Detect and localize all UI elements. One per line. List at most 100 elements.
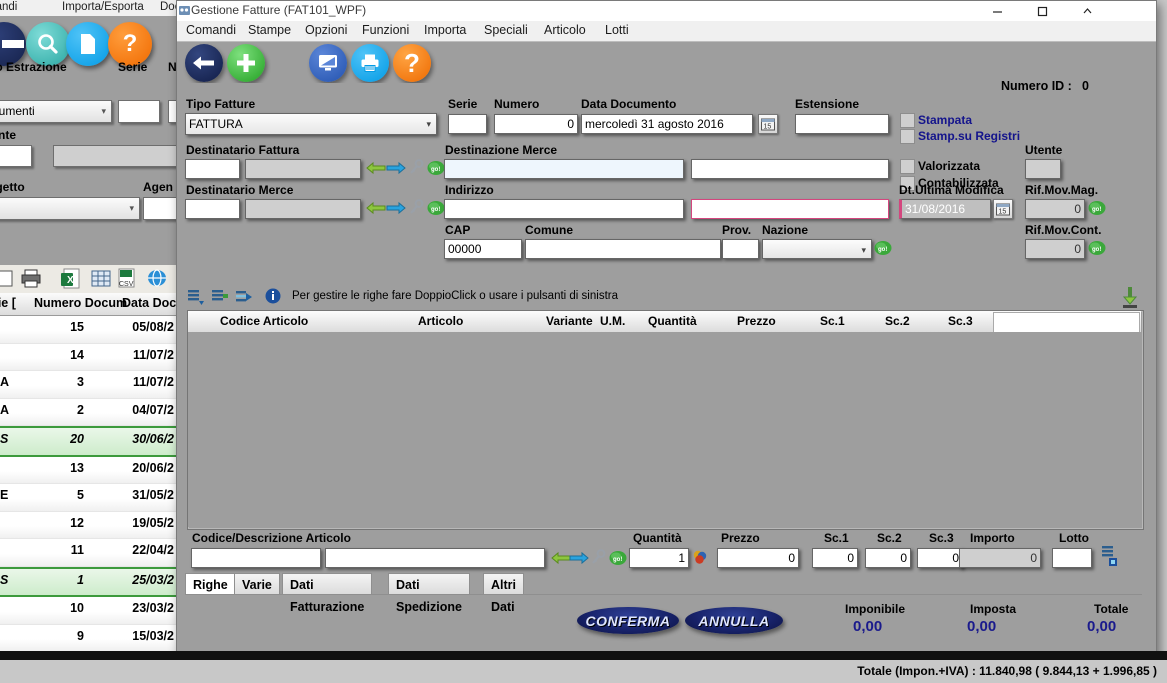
key-icon[interactable] bbox=[408, 159, 424, 175]
table-row[interactable]: 1505/08/2 bbox=[0, 316, 176, 344]
excel-icon[interactable]: X bbox=[60, 268, 82, 289]
go-icon[interactable]: go! bbox=[609, 550, 627, 566]
prezzo-input[interactable]: 0 bbox=[717, 548, 799, 568]
sc2-input[interactable]: 0 bbox=[865, 548, 911, 568]
add-button[interactable] bbox=[227, 44, 265, 82]
screen-button[interactable] bbox=[309, 44, 347, 82]
col-articolo[interactable]: Articolo bbox=[418, 314, 463, 328]
tab-dati-spedizione[interactable]: Dati Spedizione bbox=[388, 573, 470, 595]
data-documento-input[interactable]: mercoledì 31 agosto 2016 bbox=[581, 114, 753, 134]
confirm-button[interactable]: CONFERMA bbox=[577, 607, 679, 634]
grid-icon-0[interactable] bbox=[0, 268, 16, 289]
col-quantita[interactable]: Quantità bbox=[648, 314, 697, 328]
sc1-input[interactable]: 0 bbox=[812, 548, 858, 568]
background-documents-grid[interactable]: erie [ Numero Docum Data Doc 1505/08/214… bbox=[0, 293, 178, 653]
menu-item-lotti[interactable]: Lotti bbox=[605, 23, 629, 37]
background-tipo-estrazione-select[interactable]: ocumenti ▾ bbox=[0, 100, 112, 123]
descrizione-articolo-input[interactable] bbox=[325, 548, 545, 568]
export-icon[interactable] bbox=[1120, 286, 1140, 311]
right-arrow-blue-icon[interactable] bbox=[386, 201, 406, 215]
go-icon[interactable]: go! bbox=[427, 200, 445, 216]
cancel-button[interactable]: ANNULLA bbox=[685, 607, 783, 634]
table-row[interactable]: A204/07/2 bbox=[0, 399, 176, 427]
destinazione-merce-name-input[interactable] bbox=[691, 159, 889, 179]
quantita-input[interactable]: 1 bbox=[629, 548, 689, 568]
rows-grid[interactable]: Codice Articolo Articolo Variante U.M. Q… bbox=[187, 310, 1144, 530]
row-edit-icon[interactable] bbox=[211, 289, 229, 308]
left-arrow-green-icon[interactable] bbox=[366, 161, 386, 175]
background-serie-input[interactable] bbox=[118, 100, 160, 123]
maximize-button[interactable] bbox=[1020, 1, 1065, 21]
menu-item-stampe[interactable]: Stampe bbox=[248, 23, 291, 37]
menu-item-articolo[interactable]: Articolo bbox=[544, 23, 586, 37]
key-icon[interactable] bbox=[590, 549, 606, 565]
go-icon[interactable]: go! bbox=[1088, 200, 1106, 216]
row-add-icon[interactable] bbox=[1100, 544, 1122, 573]
numero-input[interactable]: 0 bbox=[494, 114, 578, 134]
print-icon[interactable] bbox=[20, 268, 42, 289]
col-codice-articolo[interactable]: Codice Articolo bbox=[220, 314, 308, 328]
background-menu-item-importa-esporta[interactable]: Importa/Esporta bbox=[62, 1, 144, 13]
color-picker-icon[interactable] bbox=[692, 549, 708, 568]
checkbox-stamp-su-registri[interactable] bbox=[900, 129, 915, 144]
calendar-icon[interactable]: 15 bbox=[993, 199, 1013, 219]
destinatario-fattura-code-input[interactable] bbox=[185, 159, 240, 179]
cap-input[interactable]: 00000 bbox=[444, 239, 522, 259]
csv-icon[interactable]: CSV bbox=[115, 268, 137, 289]
menu-item-funzioni[interactable]: Funzioni bbox=[362, 23, 409, 37]
background-cliente-code-input[interactable] bbox=[0, 145, 32, 167]
col-sc2[interactable]: Sc.2 bbox=[885, 314, 910, 328]
lotto-input[interactable] bbox=[1052, 548, 1092, 568]
estensione-input[interactable] bbox=[795, 114, 889, 134]
right-arrow-blue-icon[interactable] bbox=[386, 161, 406, 175]
menu-item-importa[interactable]: Importa bbox=[424, 23, 466, 37]
left-arrow-green-icon[interactable] bbox=[366, 201, 386, 215]
serie-input[interactable] bbox=[448, 114, 487, 134]
calendar-icon[interactable]: 15 bbox=[758, 114, 778, 134]
menu-item-speciali[interactable]: Speciali bbox=[484, 23, 528, 37]
col-variante[interactable]: Variante bbox=[546, 314, 593, 328]
key-icon[interactable] bbox=[408, 199, 424, 215]
col-sc3[interactable]: Sc.3 bbox=[948, 314, 973, 328]
background-document-button[interactable] bbox=[66, 22, 110, 66]
prov-input[interactable] bbox=[722, 239, 759, 259]
checkbox-valorizzata[interactable] bbox=[900, 159, 915, 174]
col-extra-blank[interactable] bbox=[993, 312, 1140, 333]
table-row[interactable]: 1219/05/2 bbox=[0, 512, 176, 540]
internet-icon[interactable] bbox=[146, 268, 168, 289]
row-insert-icon[interactable] bbox=[187, 289, 205, 308]
minimize-button[interactable] bbox=[975, 1, 1020, 21]
sc3-input[interactable]: 0 bbox=[917, 548, 963, 568]
table-row[interactable]: 1023/03/2 bbox=[0, 597, 176, 625]
tipo-fatture-select[interactable]: FATTURA ▾ bbox=[185, 113, 437, 135]
col-prezzo[interactable]: Prezzo bbox=[737, 314, 776, 328]
indirizzo-input-2[interactable] bbox=[691, 199, 889, 219]
tab-dati-fatturazione[interactable]: Dati Fatturazione bbox=[282, 573, 372, 595]
table-row[interactable]: 915/03/2 bbox=[0, 625, 176, 653]
indirizzo-input[interactable] bbox=[444, 199, 684, 219]
tab-righe[interactable]: Righe bbox=[185, 573, 236, 595]
back-button[interactable] bbox=[185, 44, 223, 82]
table-row[interactable]: S125/03/2 bbox=[0, 567, 176, 598]
go-icon[interactable]: go! bbox=[874, 240, 892, 256]
go-icon[interactable]: go! bbox=[427, 160, 445, 176]
checkbox-stampata[interactable] bbox=[900, 113, 915, 128]
left-arrow-green-icon[interactable] bbox=[551, 551, 571, 565]
table-row[interactable]: A311/07/2 bbox=[0, 371, 176, 399]
right-arrow-blue-icon[interactable] bbox=[569, 551, 589, 565]
table-icon[interactable] bbox=[90, 268, 112, 289]
col-um[interactable]: U.M. bbox=[600, 314, 625, 328]
tab-varie[interactable]: Varie bbox=[234, 573, 280, 595]
menu-item-opzioni[interactable]: Opzioni bbox=[305, 23, 347, 37]
background-menu-item-comandi[interactable]: mandi bbox=[0, 1, 17, 13]
table-row[interactable]: 1122/04/2 bbox=[0, 539, 176, 567]
go-icon[interactable]: go! bbox=[1088, 240, 1106, 256]
table-row[interactable]: S2030/06/2 bbox=[0, 426, 176, 457]
menu-item-comandi[interactable]: Comandi bbox=[186, 23, 236, 37]
col-sc1[interactable]: Sc.1 bbox=[820, 314, 845, 328]
help-button[interactable]: ? bbox=[393, 44, 431, 82]
utente-input[interactable] bbox=[1025, 159, 1061, 179]
table-row[interactable]: 1411/07/2 bbox=[0, 344, 176, 372]
close-button[interactable] bbox=[1065, 1, 1110, 21]
tab-altri-dati[interactable]: Altri Dati bbox=[483, 573, 524, 595]
